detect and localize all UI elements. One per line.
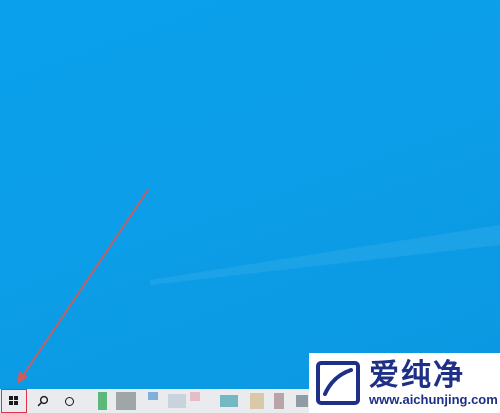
windows-logo-icon (9, 396, 19, 406)
search-button[interactable] (31, 389, 55, 413)
taskbar-app-teal[interactable] (220, 395, 238, 407)
search-icon (37, 395, 49, 407)
taskbar-app-tan[interactable] (250, 393, 264, 409)
taskbar-app-green[interactable] (98, 392, 107, 410)
annotation-arrow (17, 189, 149, 384)
desktop: 爱纯净 www.aichunjing.com (0, 0, 500, 413)
taskbar-app-light[interactable] (168, 394, 186, 408)
taskbar-app-slate[interactable] (296, 395, 308, 407)
taskbar-app-gray[interactable] (116, 392, 136, 410)
brand-logo-icon (316, 361, 360, 405)
watermark-logo: 爱纯净 www.aichunjing.com (309, 353, 500, 413)
taskbar-app-pink[interactable] (190, 392, 200, 401)
cortana-circle-icon (64, 396, 74, 406)
watermark-brand-name: 爱纯净 (369, 357, 465, 393)
taskbar-app-mauve[interactable] (274, 393, 284, 409)
taskbar-app-blue[interactable] (148, 392, 158, 400)
cortana-button[interactable] (57, 389, 81, 413)
watermark-text: 爱纯净 www.aichunjing.com (369, 357, 498, 407)
watermark-url: www.aichunjing.com (369, 391, 498, 407)
wallpaper-light-streak (150, 225, 500, 285)
start-button[interactable] (1, 389, 27, 413)
